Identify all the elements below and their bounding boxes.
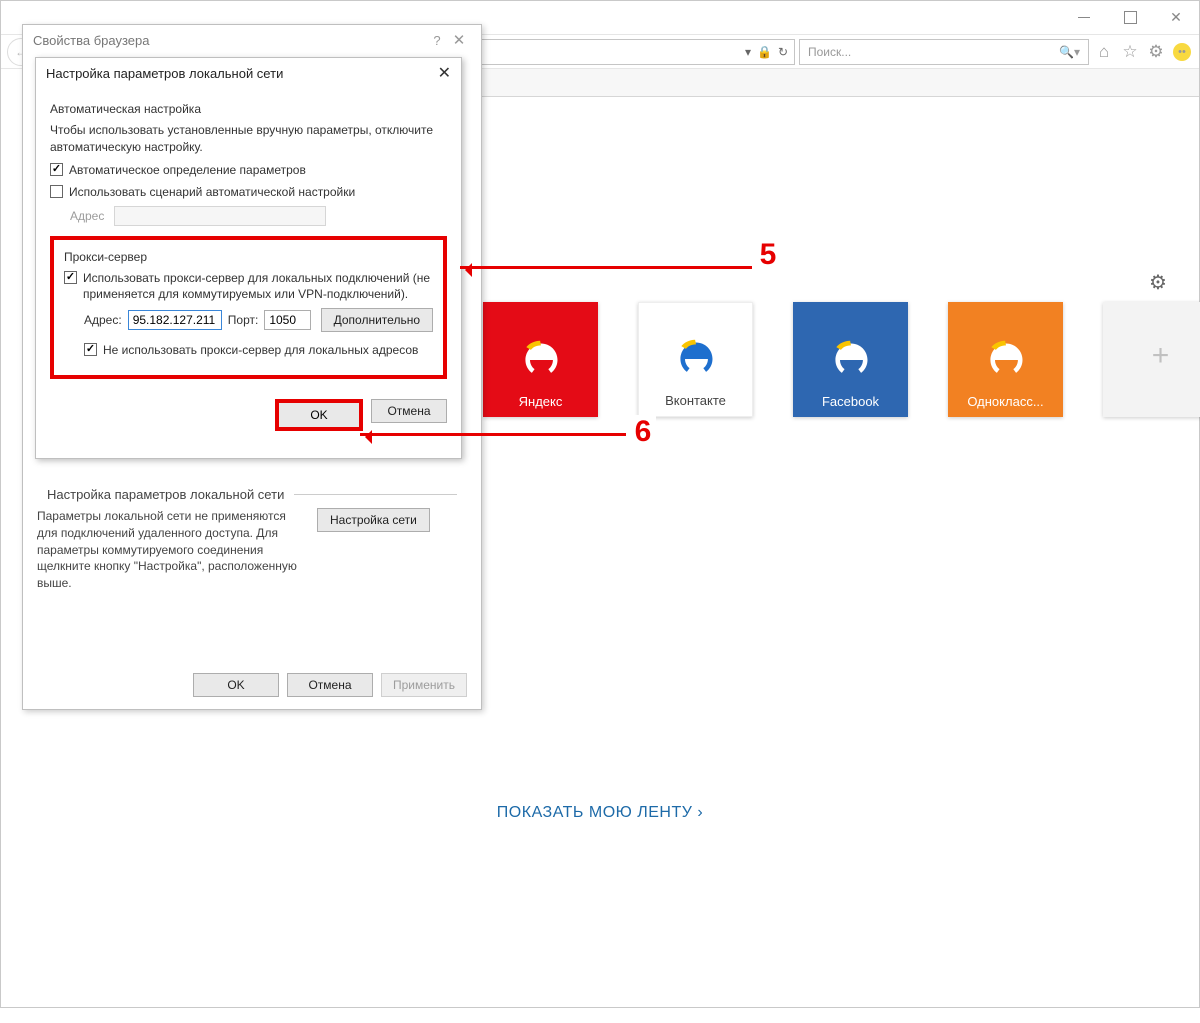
proxy-port-label: Порт: — [228, 313, 259, 327]
script-address-input — [114, 206, 326, 226]
lan-settings-button[interactable]: Настройка сети — [317, 508, 430, 532]
gear-icon[interactable]: ⚙ — [1145, 41, 1167, 63]
auto-config-note: Чтобы использовать установленные вручную… — [50, 122, 447, 156]
tile-label: Facebook — [822, 394, 879, 409]
home-icon[interactable]: ⌂ — [1093, 41, 1115, 63]
bypass-local-label: Не использовать прокси-сервер для локаль… — [103, 342, 418, 358]
close-button[interactable]: ✕ — [447, 31, 471, 49]
auto-detect-label: Автоматическое определение параметров — [69, 162, 306, 178]
lan-dialog-buttons: OK Отмена — [50, 399, 447, 431]
window-close-button[interactable] — [1153, 1, 1199, 35]
chevron-down-icon[interactable]: ▾ — [745, 45, 751, 59]
proxy-section-highlight: Прокси-сервер Использовать прокси-сервер… — [50, 236, 447, 379]
proxy-section-label: Прокси-сервер — [64, 250, 433, 264]
script-address-label: Адрес — [70, 209, 104, 223]
ie-icon — [829, 338, 873, 382]
proxy-address-label: Адрес: — [84, 313, 122, 327]
lan-dialog-titlebar: Настройка параметров локальной сети ✕ — [36, 58, 461, 88]
auto-detect-checkbox[interactable] — [50, 163, 63, 176]
dialog-titlebar: Свойства браузера ? ✕ — [23, 25, 481, 55]
tile-add[interactable]: + — [1103, 302, 1200, 417]
ie-icon — [984, 338, 1028, 382]
lan-settings-dialog: Настройка параметров локальной сети ✕ Ав… — [35, 57, 462, 459]
page-settings-icon[interactable]: ⚙ — [1149, 270, 1171, 292]
lan-dialog-title: Настройка параметров локальной сети — [46, 66, 283, 81]
window-maximize-button[interactable] — [1107, 1, 1153, 35]
lock-icon: 🔒 — [757, 45, 772, 59]
auto-config-label: Автоматическая настройка — [50, 102, 447, 116]
advanced-button[interactable]: Дополнительно — [321, 308, 433, 332]
dialog-title: Свойства браузера — [33, 33, 149, 48]
search-icon[interactable]: 🔍▾ — [1059, 45, 1080, 59]
bypass-local-checkbox[interactable] — [84, 343, 97, 356]
window-minimize-button[interactable] — [1061, 1, 1107, 35]
use-proxy-checkbox[interactable] — [64, 271, 77, 284]
show-feed-link[interactable]: ПОКАЗАТЬ МОЮ ЛЕНТУ — [0, 804, 1200, 822]
smile-icon: •• — [1173, 43, 1191, 61]
ie-icon — [674, 337, 718, 381]
tile-odnoklassniki[interactable]: Однокласс... — [948, 302, 1063, 417]
refresh-icon[interactable]: ↻ — [778, 45, 788, 59]
lan-description: Параметры локальной сети не применяются … — [37, 508, 297, 592]
lan-dialog-body: Автоматическая настройка Чтобы использов… — [36, 88, 461, 445]
apply-button: Применить — [381, 673, 467, 697]
ok-button[interactable]: OK — [275, 399, 363, 431]
ok-button[interactable]: OK — [193, 673, 279, 697]
dialog-buttons: OK Отмена Применить — [193, 673, 467, 697]
cancel-button[interactable]: Отмена — [287, 673, 373, 697]
proxy-address-input[interactable]: 95.182.127.211 — [128, 310, 222, 330]
tile-label: Однокласс... — [967, 394, 1043, 409]
close-button[interactable]: ✕ — [438, 63, 451, 83]
lan-section-label: Настройка параметров локальной сети — [37, 481, 467, 508]
tile-label: Вконтакте — [665, 393, 726, 408]
tile-yandex[interactable]: Яндекс — [483, 302, 598, 417]
cancel-button[interactable]: Отмена — [371, 399, 447, 423]
tile-vkontakte[interactable]: Вконтакте — [638, 302, 753, 417]
use-script-checkbox[interactable] — [50, 185, 63, 198]
feedback-icon[interactable]: •• — [1171, 41, 1193, 63]
favorites-icon[interactable]: ☆ — [1119, 41, 1141, 63]
proxy-port-input[interactable]: 1050 — [264, 310, 310, 330]
use-script-label: Использовать сценарий автоматической нас… — [69, 184, 355, 200]
tile-label: Яндекс — [519, 394, 563, 409]
search-input[interactable]: Поиск... 🔍▾ — [799, 39, 1089, 65]
tile-facebook[interactable]: Facebook — [793, 302, 908, 417]
ie-icon — [519, 338, 563, 382]
search-placeholder: Поиск... — [808, 45, 851, 59]
use-proxy-label: Использовать прокси-сервер для локальных… — [83, 270, 433, 302]
help-button[interactable]: ? — [427, 33, 447, 48]
plus-icon: + — [1152, 339, 1170, 373]
